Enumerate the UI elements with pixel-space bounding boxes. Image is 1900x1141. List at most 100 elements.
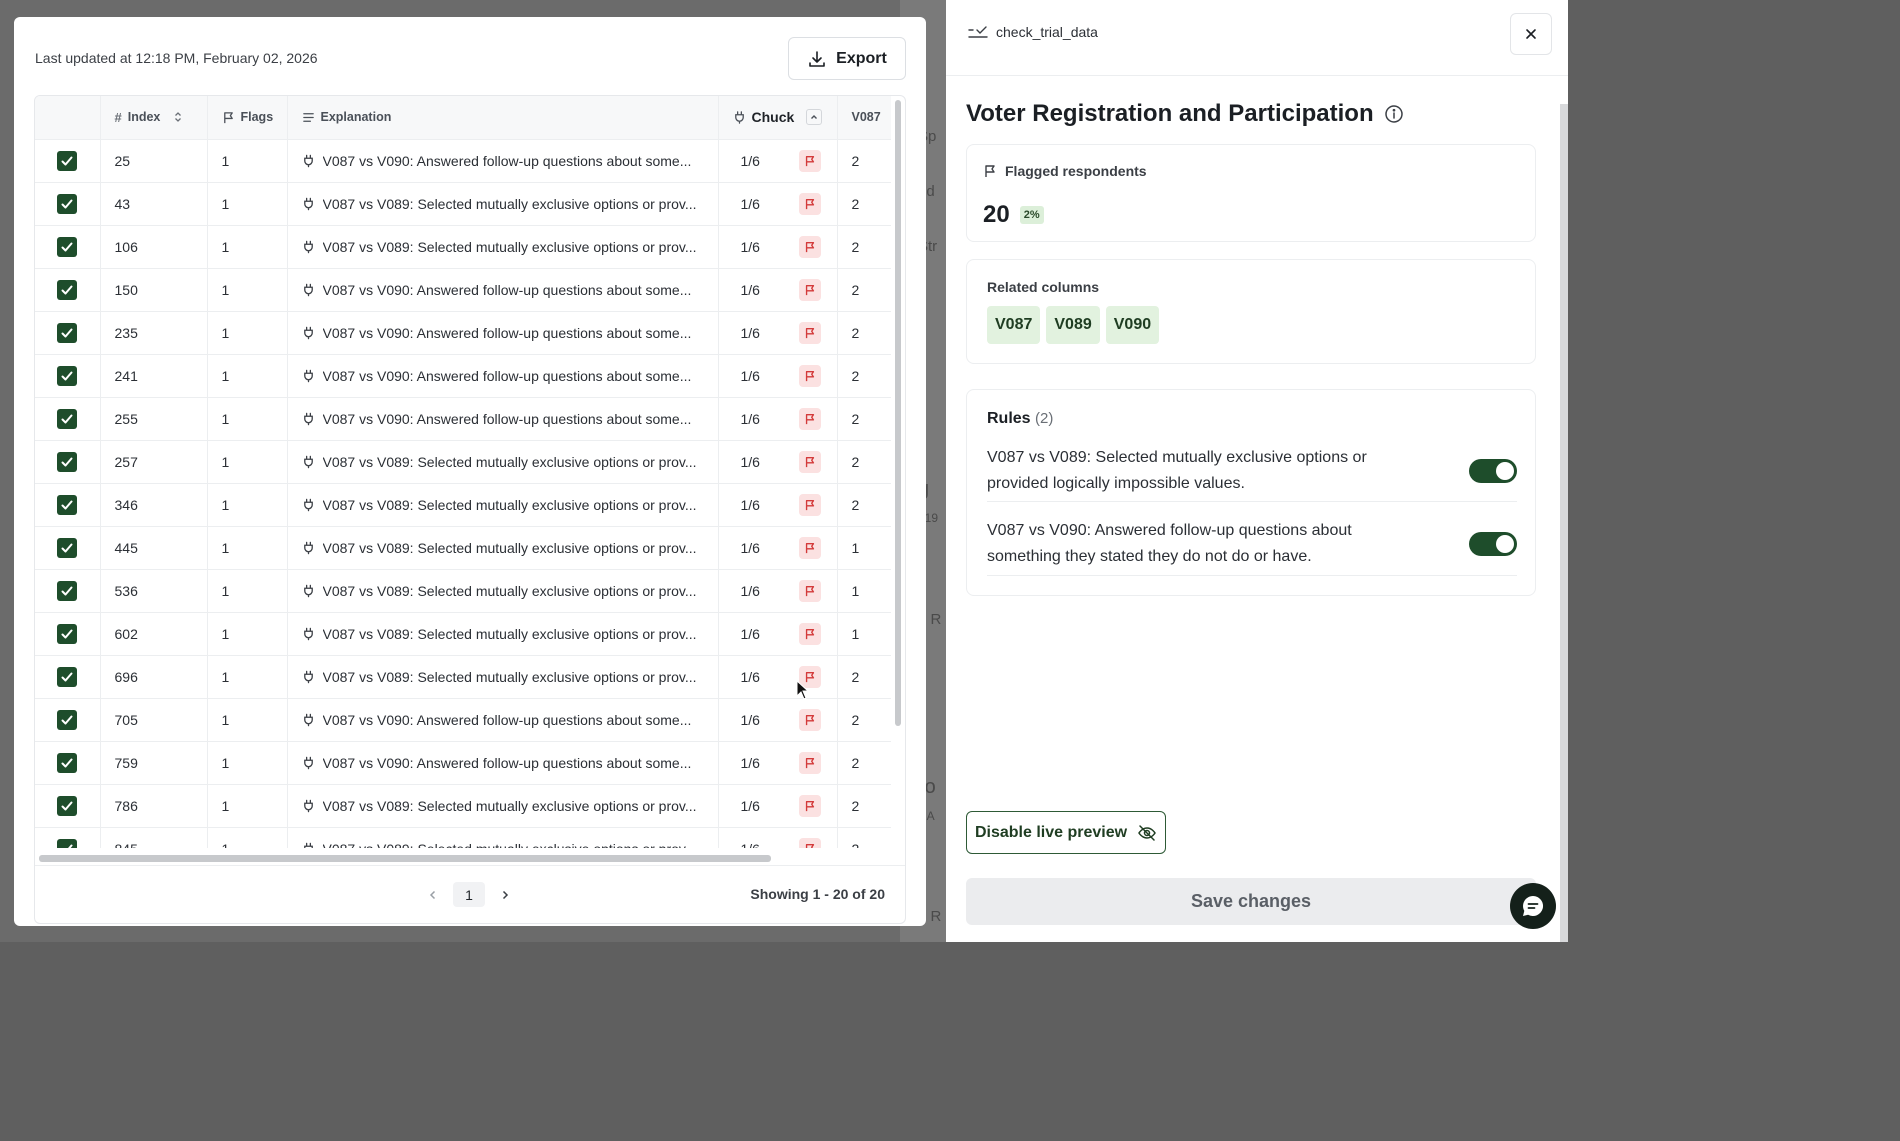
plug-icon — [303, 584, 313, 597]
flag-badge[interactable] — [798, 192, 821, 215]
chuck-value: 1/6 — [740, 367, 760, 384]
row-checkbox-cell — [35, 741, 101, 785]
close-button[interactable] — [1510, 13, 1552, 55]
chuck-cell: 1/6 — [718, 268, 838, 312]
checkmark-icon — [61, 285, 73, 294]
table-row[interactable]: 445 1 V087 vs V089: Selected mutually excl… — [35, 526, 891, 570]
table-row[interactable]: 235 1 V087 vs V090: Answered follow-up que… — [35, 311, 891, 355]
table-row[interactable]: 759 1 V087 vs V090: Answered follow-up que… — [35, 741, 891, 785]
disable-live-preview-button[interactable]: Disable live preview — [966, 811, 1166, 854]
row-checkbox[interactable] — [57, 150, 78, 171]
table-row[interactable]: 43 1 V087 vs V089: Selected mutually exclu… — [35, 182, 891, 226]
rule-text: V087 vs V089: Selected mutually exclusiv… — [987, 448, 1367, 492]
row-checkbox[interactable] — [57, 408, 78, 429]
table-row[interactable]: 150 1 V087 vs V090: Answered follow-up que… — [35, 268, 891, 312]
showing-count: Showing 1 - 20 of 20 — [750, 886, 885, 902]
row-checkbox[interactable] — [57, 709, 78, 730]
row-checkbox[interactable] — [57, 279, 78, 300]
column-header-chuck[interactable]: Chuck — [718, 96, 838, 140]
row-checkbox[interactable] — [57, 193, 78, 214]
panel-scrollbar[interactable] — [1560, 104, 1568, 942]
chuck-value: 1/6 — [740, 324, 760, 341]
chevron-left-icon[interactable] — [427, 889, 439, 901]
row-checkbox-cell — [35, 827, 101, 848]
row-checkbox[interactable] — [57, 365, 78, 386]
flag-badge[interactable] — [798, 493, 821, 516]
plug-icon — [303, 670, 313, 683]
horizontal-scrollbar[interactable] — [39, 855, 771, 862]
vertical-scrollbar[interactable] — [895, 100, 901, 726]
explanation-cell: V087 vs V090: Answered follow-up questio… — [287, 311, 719, 355]
export-button[interactable]: Export — [788, 37, 906, 80]
flag-badge[interactable] — [798, 579, 821, 602]
flag-badge[interactable] — [798, 708, 821, 731]
column-header-explanation[interactable]: Explanation — [287, 96, 719, 140]
flag-badge[interactable] — [798, 364, 821, 387]
table-row[interactable]: 8451 V087 vs V089: Selected mutually excl… — [35, 827, 891, 848]
row-checkbox[interactable] — [57, 451, 78, 472]
table-row[interactable]: 241 1 V087 vs V090: Answered follow-up que… — [35, 354, 891, 398]
row-checkbox[interactable] — [57, 623, 78, 644]
rule-toggle[interactable] — [1469, 531, 1517, 556]
flag-badge[interactable] — [798, 278, 821, 301]
column-chip[interactable]: V087 — [987, 306, 1041, 344]
flag-badge[interactable] — [798, 321, 821, 344]
row-checkbox[interactable] — [57, 838, 78, 848]
row-checkbox[interactable] — [57, 322, 78, 343]
chuck-value: 1/6 — [740, 797, 760, 814]
v087-cell: 1 — [837, 612, 891, 656]
checkmark-icon — [61, 715, 73, 724]
flag-badge[interactable] — [798, 235, 821, 258]
explanation-cell: V087 vs V089: Selected mutually exclusiv… — [287, 655, 719, 699]
table-row[interactable]: 696 1 V087 vs V089: Selected mutually excl… — [35, 655, 891, 699]
table-row[interactable]: 25 1 V087 vs V090: Answered follow-up ques… — [35, 139, 891, 183]
row-checkbox[interactable] — [57, 666, 78, 687]
table-row[interactable]: 346 1 V087 vs V089: Selected mutually excl… — [35, 483, 891, 527]
flag-badge[interactable] — [798, 837, 821, 848]
column-chip[interactable]: V089 — [1046, 306, 1100, 344]
flag-badge[interactable] — [798, 751, 821, 774]
rule-toggle[interactable] — [1469, 458, 1517, 483]
table-row[interactable]: 106 1 V087 vs V089: Selected mutually excl… — [35, 225, 891, 269]
chuck-value: 1/6 — [740, 754, 760, 771]
page-number-button[interactable]: 1 — [453, 882, 485, 907]
save-changes-button[interactable]: Save changes — [966, 878, 1536, 925]
row-checkbox[interactable] — [57, 580, 78, 601]
rules-card: Rules (2) V087 vs V089: Selected mutuall… — [966, 389, 1536, 596]
table-row[interactable]: 705 1 V087 vs V090: Answered follow-up que… — [35, 698, 891, 742]
row-checkbox[interactable] — [57, 494, 78, 515]
column-chip[interactable]: V090 — [1105, 306, 1160, 344]
flag-badge[interactable] — [798, 407, 821, 430]
plug-icon — [303, 369, 313, 382]
collapse-column-button[interactable] — [806, 109, 823, 126]
row-checkbox[interactable] — [57, 752, 78, 773]
column-header-flags[interactable]: Flags — [207, 96, 288, 140]
chevron-right-icon[interactable] — [499, 889, 511, 901]
table-row[interactable]: 255 1 V087 vs V090: Answered follow-up que… — [35, 397, 891, 441]
table-row[interactable]: 536 1 V087 vs V089: Selected mutually excl… — [35, 569, 891, 613]
row-checkbox[interactable] — [57, 537, 78, 558]
row-checkbox-cell — [35, 526, 101, 570]
chuck-cell: 1/6 — [718, 569, 838, 613]
table-row[interactable]: 786 1 V087 vs V089: Selected mutually excl… — [35, 784, 891, 828]
column-header-v087[interactable]: V087 — [837, 96, 891, 140]
checkmark-icon — [61, 500, 73, 509]
results-table-scroll[interactable]: # Index Flags Explanation Chuck V087 25 … — [35, 96, 891, 848]
table-row[interactable]: 602 1 V087 vs V089: Selected mutually excl… — [35, 612, 891, 656]
flag-icon — [805, 284, 814, 295]
row-checkbox[interactable] — [57, 795, 78, 816]
flag-badge[interactable] — [798, 536, 821, 559]
chat-icon — [1523, 895, 1544, 916]
flag-badge[interactable] — [798, 450, 821, 473]
column-header-index[interactable]: # Index — [100, 96, 208, 140]
checkmark-icon — [61, 457, 73, 466]
row-checkbox[interactable] — [57, 236, 78, 257]
chat-support-button[interactable] — [1510, 883, 1556, 929]
sort-icon[interactable] — [172, 111, 184, 123]
info-icon[interactable] — [1384, 104, 1404, 124]
flag-badge[interactable] — [798, 622, 821, 645]
flag-badge[interactable] — [798, 794, 821, 817]
row-checkbox-cell — [35, 569, 101, 613]
table-row[interactable]: 257 1 V087 vs V089: Selected mutually excl… — [35, 440, 891, 484]
flag-badge[interactable] — [798, 149, 821, 172]
